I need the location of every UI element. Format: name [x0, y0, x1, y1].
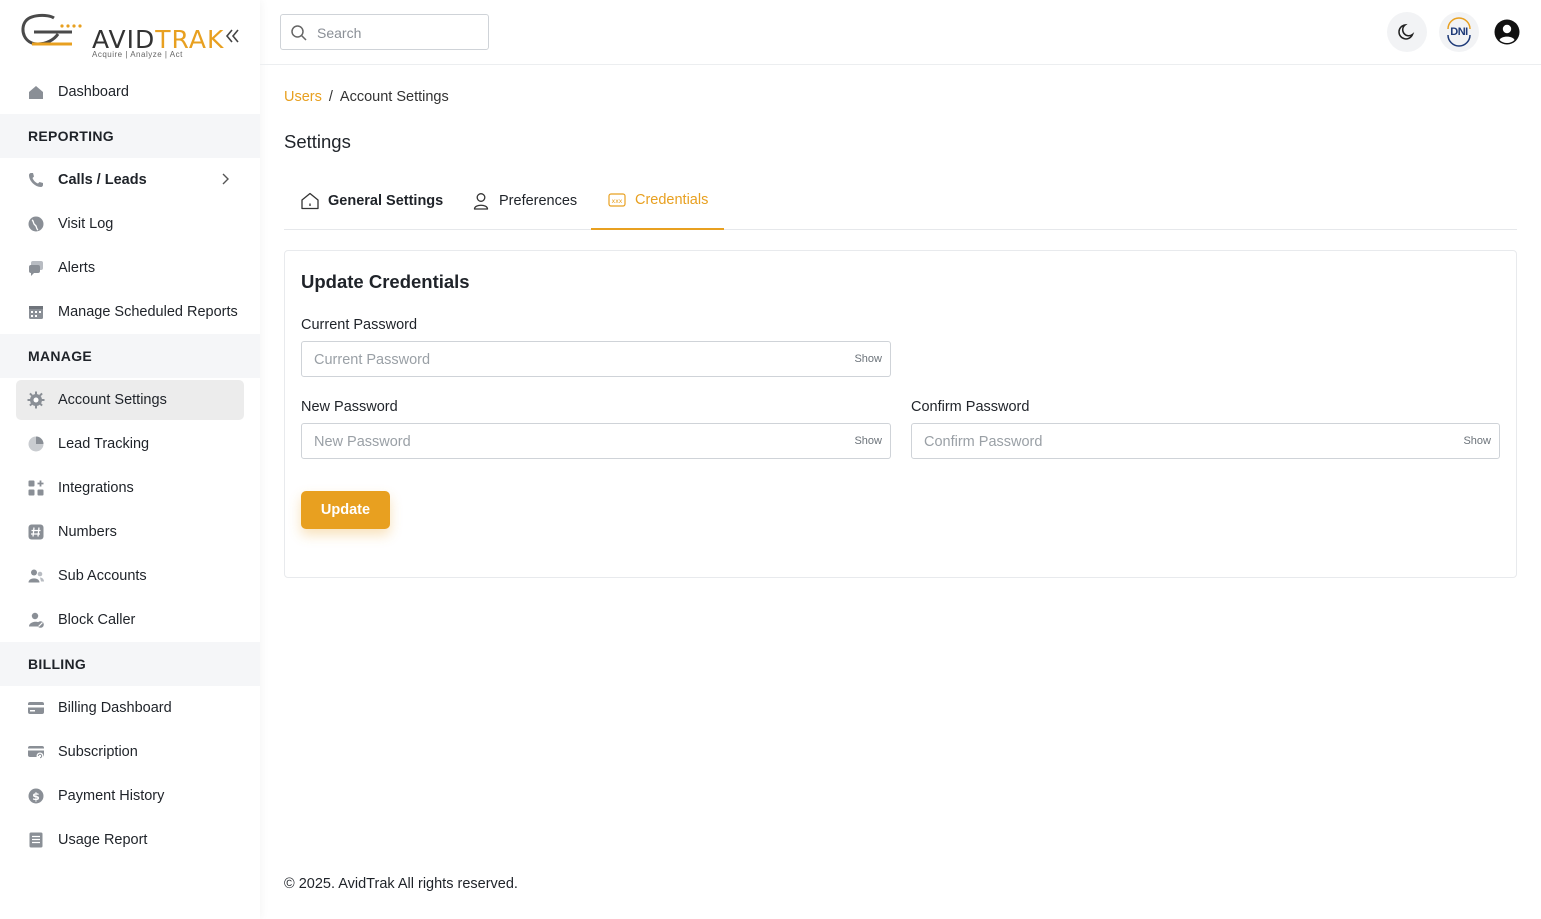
page-title: Settings	[284, 131, 351, 152]
card-title: Update Credentials	[301, 271, 470, 292]
sidebar-item-label: Dashboard	[58, 84, 129, 100]
password-dots-icon: xxx	[608, 193, 626, 207]
sidebar-item-label: Visit Log	[58, 216, 114, 232]
sidebar-item-billing-dashboard[interactable]: Billing Dashboard	[0, 686, 260, 730]
sidebar-item-label: Usage Report	[58, 832, 148, 848]
new-password-field: Show	[301, 423, 891, 459]
breadcrumb: Users / Account Settings	[284, 89, 449, 105]
sidebar-item-manage-scheduled-reports[interactable]: Manage Scheduled Reports	[0, 290, 260, 334]
home-icon	[29, 86, 43, 99]
tab-credentials-label: Credentials	[635, 192, 709, 208]
sidebar-item-dashboard[interactable]: Dashboard	[0, 70, 260, 114]
confirm-password-show-toggle[interactable]: Show	[1463, 435, 1491, 447]
update-button[interactable]: Update	[301, 491, 390, 529]
sidebar-item-visit-log[interactable]: Visit Log	[0, 202, 260, 246]
sidebar-section-billing: BILLING	[0, 642, 260, 686]
svg-text:$: $	[32, 790, 40, 803]
collapse-sidebar-button[interactable]	[224, 26, 240, 46]
search-input[interactable]	[317, 23, 477, 43]
new-password-show-toggle[interactable]: Show	[854, 435, 882, 447]
sidebar-item-label: Sub Accounts	[58, 568, 147, 584]
breadcrumb-current: Account Settings	[339, 89, 449, 105]
confirm-password-field: Show	[911, 423, 1500, 459]
sidebar-item-label: Billing Dashboard	[58, 700, 172, 716]
sidebar-item-label: Numbers	[58, 524, 117, 540]
document-list-icon	[29, 832, 43, 848]
credit-card-icon	[28, 702, 44, 714]
header-divider	[260, 64, 1541, 65]
search-icon	[291, 25, 307, 41]
pie-chart-icon	[28, 436, 44, 452]
sidebar-item-subscription[interactable]: Subscription	[0, 730, 260, 774]
moon-icon	[1398, 23, 1415, 40]
users-icon	[28, 569, 44, 583]
sidebar-section-reporting: REPORTING	[0, 114, 260, 158]
person-outline-icon	[473, 193, 489, 210]
current-password-field: Show	[301, 341, 891, 377]
gear-icon	[27, 391, 45, 409]
sidebar-item-numbers[interactable]: Numbers	[0, 510, 260, 554]
calendar-icon	[29, 306, 43, 319]
logo-mark-icon	[21, 13, 82, 46]
sidebar-item-label: Lead Tracking	[58, 436, 150, 452]
house-outline-icon	[301, 192, 319, 210]
sidebar-item-integrations[interactable]: Integrations	[0, 466, 260, 510]
sidebar-item-label: Subscription	[58, 744, 138, 760]
brand-tagline: Acquire | Analyze | Act	[92, 50, 183, 59]
tab-general-settings-label: General Settings	[328, 193, 444, 209]
sidebar-item-payment-history[interactable]: $ Payment History	[0, 774, 260, 818]
sidebar-nav: Dashboard REPORTING Calls / Leads Visit Log…	[0, 70, 260, 862]
sidebar-item-label: Manage Scheduled Reports	[58, 304, 238, 320]
card-refresh-icon	[28, 746, 44, 760]
chat-bubbles-icon	[29, 261, 43, 276]
current-password-label: Current Password	[301, 317, 418, 333]
sidebar-item-label: Payment History	[58, 788, 165, 804]
new-password-label: New Password	[301, 399, 398, 415]
tab-general-settings[interactable]: General Settings	[300, 172, 443, 230]
sidebar-section-manage: MANAGE	[0, 334, 260, 378]
double-chevron-left-icon	[225, 29, 239, 43]
current-password-input[interactable]	[314, 350, 834, 370]
user-block-icon	[29, 612, 44, 628]
hashtag-icon	[28, 524, 44, 540]
sidebar-item-account-settings[interactable]: Account Settings	[16, 380, 244, 420]
breadcrumb-users-link[interactable]: Users	[284, 89, 322, 105]
confirm-password-input[interactable]	[924, 432, 1444, 452]
tab-preferences-label: Preferences	[499, 193, 578, 209]
sidebar-item-sub-accounts[interactable]: Sub Accounts	[0, 554, 260, 598]
sidebar-item-label: Alerts	[58, 260, 96, 276]
dni-label: DNI	[1450, 26, 1468, 38]
chevron-right-icon	[222, 173, 229, 185]
settings-tabs: General Settings Preferences xxx Credent…	[284, 172, 1517, 230]
sidebar-item-block-caller[interactable]: Block Caller	[0, 598, 260, 642]
update-credentials-card: Update Credentials Current Password Show…	[284, 250, 1517, 578]
breadcrumb-separator: /	[328, 89, 333, 105]
dollar-circle-icon: $	[28, 788, 44, 804]
svg-text:xxx: xxx	[612, 198, 623, 205]
tab-preferences[interactable]: Preferences	[471, 172, 577, 230]
new-password-input[interactable]	[314, 432, 834, 452]
footer-copyright: © 2025. AvidTrak All rights reserved.	[284, 876, 518, 892]
sidebar: AVIDTRAK Acquire | Analyze | Act Dashboa…	[0, 0, 260, 919]
tab-credentials[interactable]: xxx Credentials	[591, 172, 725, 230]
dni-button[interactable]: DNI	[1439, 12, 1479, 52]
sidebar-item-usage-report[interactable]: Usage Report	[0, 818, 260, 862]
current-password-show-toggle[interactable]: Show	[854, 353, 882, 365]
sidebar-item-lead-tracking[interactable]: Lead Tracking	[0, 422, 260, 466]
sidebar-item-label: Calls / Leads	[58, 172, 147, 188]
sidebar-item-label: Account Settings	[58, 392, 167, 408]
user-circle-icon[interactable]	[1494, 19, 1520, 45]
apps-plus-icon	[28, 480, 44, 496]
brand-logo[interactable]: AVIDTRAK Acquire | Analyze | Act	[20, 12, 223, 62]
sidebar-item-alerts[interactable]: Alerts	[0, 246, 260, 290]
sidebar-item-label: Block Caller	[58, 612, 136, 628]
theme-toggle-button[interactable]	[1387, 12, 1427, 52]
search-box[interactable]	[280, 14, 489, 50]
phone-icon	[29, 173, 43, 187]
sidebar-item-label: Integrations	[58, 480, 134, 496]
confirm-password-label: Confirm Password	[911, 399, 1030, 415]
sidebar-item-calls-leads[interactable]: Calls / Leads	[0, 158, 260, 202]
globe-icon	[28, 216, 44, 232]
